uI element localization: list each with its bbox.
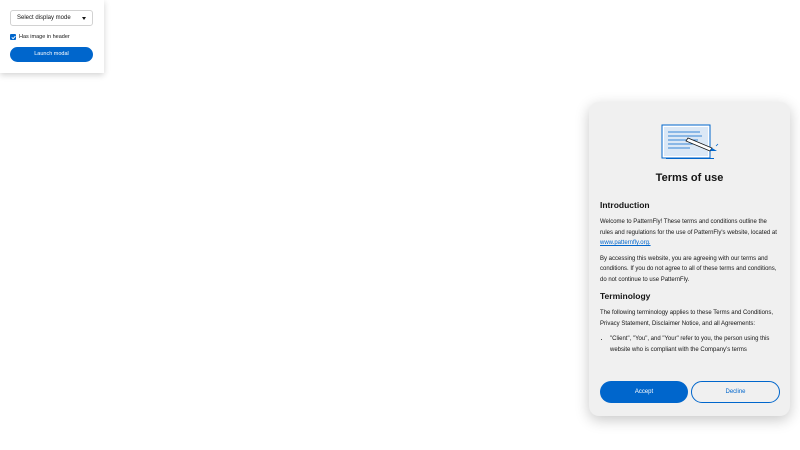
- demo-control-panel: Select display mode Has image in header …: [0, 0, 104, 73]
- launch-modal-button[interactable]: Launch modal: [10, 47, 93, 62]
- display-mode-select[interactable]: Select display mode: [10, 10, 93, 26]
- caret-down-icon: [82, 17, 86, 20]
- section-heading-terminology: Terminology: [600, 291, 651, 301]
- decline-button[interactable]: Decline: [691, 381, 780, 403]
- accept-button[interactable]: Accept: [600, 381, 688, 403]
- intro-paragraph: Welcome to PatternFly! These terms and c…: [600, 217, 780, 249]
- has-image-checkbox-label: Has image in header: [19, 34, 70, 40]
- intro-paragraph-text: Welcome to PatternFly! These terms and c…: [600, 219, 777, 236]
- check-icon: [11, 35, 16, 39]
- display-mode-select-label: Select display mode: [17, 15, 71, 21]
- modal-body[interactable]: Introduction Welcome to PatternFly! Thes…: [600, 199, 780, 362]
- patternfly-link[interactable]: www.patternfly.org.: [600, 240, 651, 246]
- modal-title: Terms of use: [655, 172, 724, 184]
- document-with-pen-illustration: [661, 124, 719, 159]
- terminology-list: "Client", "You", and "Your" refer to you…: [600, 334, 780, 355]
- has-image-checkbox[interactable]: [10, 34, 16, 40]
- terminology-paragraph: The following terminology applies to the…: [600, 310, 773, 327]
- list-item: "Client", "You", and "Your" refer to you…: [610, 334, 780, 355]
- section-heading-introduction: Introduction: [600, 200, 650, 210]
- agreement-paragraph: By accessing this website, you are agree…: [600, 255, 777, 283]
- has-image-checkbox-row[interactable]: Has image in header: [10, 33, 70, 41]
